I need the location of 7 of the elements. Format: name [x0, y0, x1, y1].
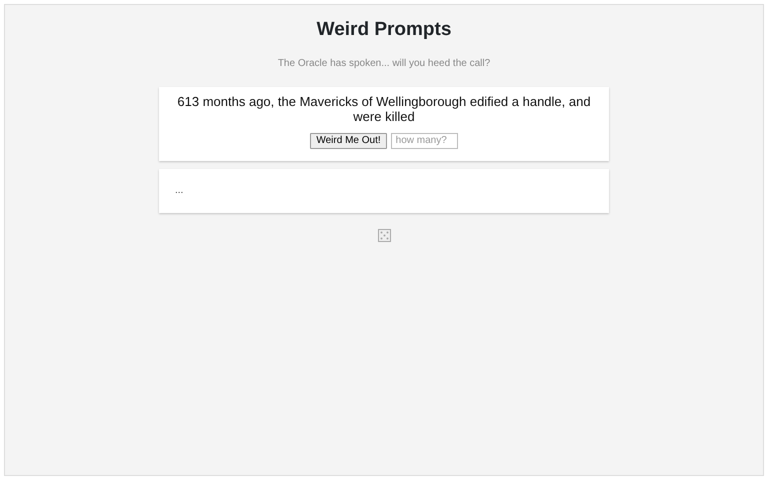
prompt-text: 613 months ago, the Mavericks of Wellingborough edified a handle, and were killed — [176, 94, 592, 125]
dice-icon[interactable] — [378, 228, 390, 242]
weird-me-out-button[interactable]: Weird Me Out! — [310, 132, 387, 149]
page-title: Weird Prompts — [316, 19, 452, 42]
count-field[interactable]: how many? — [390, 132, 458, 149]
output-text: ... — [175, 184, 184, 198]
subtitle: The Oracle has spoken... will you heed the call? — [278, 56, 490, 71]
